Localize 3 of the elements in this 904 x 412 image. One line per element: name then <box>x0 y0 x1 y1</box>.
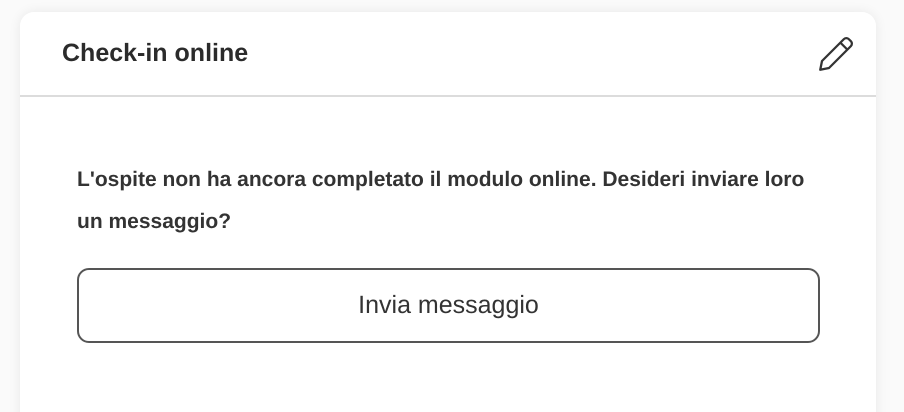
send-message-button[interactable]: Invia messaggio <box>77 268 820 343</box>
card-title: Check-in online <box>62 38 248 69</box>
message-text: L'ospite non ha ancora completato il modulo online. Desideri inviare loro un messaggio? <box>77 167 806 235</box>
